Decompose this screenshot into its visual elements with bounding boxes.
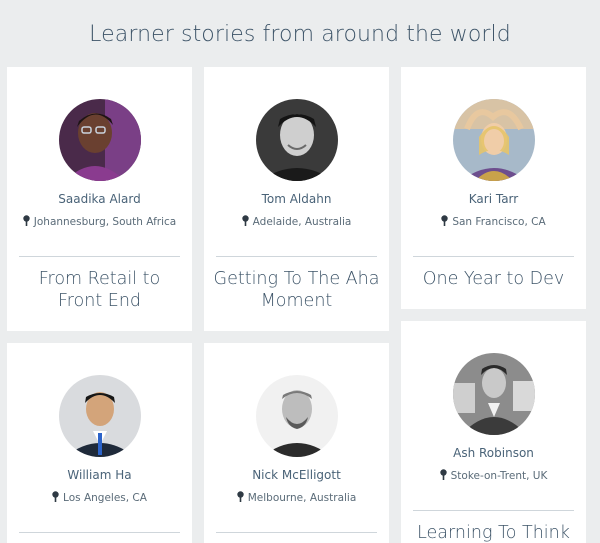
learner-name: Saadika Alard bbox=[58, 192, 141, 206]
avatar bbox=[452, 353, 535, 435]
learner-name: Nick McElligott bbox=[252, 468, 341, 482]
map-pin-icon bbox=[241, 215, 249, 226]
card-divider bbox=[19, 532, 180, 533]
story-card-tom[interactable]: Tom Aldahn Adelaide, Australia Getting T… bbox=[204, 67, 389, 331]
card-divider bbox=[413, 510, 574, 511]
avatar bbox=[452, 99, 535, 181]
story-card-william[interactable]: William Ha Los Angeles, CA bbox=[7, 343, 192, 543]
learner-location: Los Angeles, CA bbox=[7, 491, 192, 504]
learner-location: Stoke-on-Trent, UK bbox=[401, 469, 586, 482]
location-text: Adelaide, Australia bbox=[252, 216, 352, 228]
avatar bbox=[58, 99, 141, 181]
story-card-ash[interactable]: Ash Robinson Stoke-on-Trent, UK Learning… bbox=[401, 321, 586, 543]
learner-name: Tom Aldahn bbox=[261, 192, 332, 206]
avatar bbox=[255, 99, 338, 181]
learner-location: Adelaide, Australia bbox=[204, 215, 389, 228]
location-text: San Francisco, CA bbox=[452, 216, 546, 228]
map-pin-icon bbox=[439, 469, 447, 480]
map-pin-icon bbox=[52, 491, 59, 502]
card-divider bbox=[413, 256, 574, 257]
story-card-nick[interactable]: Nick McElligott Melbourne, Australia bbox=[204, 343, 389, 543]
avatar bbox=[58, 375, 141, 457]
learner-location: Johannesburg, South Africa bbox=[7, 215, 192, 228]
story-title[interactable]: One Year to Dev bbox=[409, 268, 578, 290]
story-title[interactable]: Learning To Think bbox=[409, 522, 578, 543]
location-text: Los Angeles, CA bbox=[63, 492, 147, 504]
story-title[interactable]: From Retail to Front End bbox=[15, 268, 184, 312]
learner-name: Kari Tarr bbox=[468, 192, 519, 206]
card-divider bbox=[216, 532, 377, 533]
map-pin-icon bbox=[23, 215, 30, 226]
location-text: Stoke-on-Trent, UK bbox=[450, 470, 548, 482]
learner-name: William Ha bbox=[67, 468, 132, 482]
learner-name: Ash Robinson bbox=[453, 446, 534, 460]
story-card-saadika[interactable]: Saadika Alard Johannesburg, South Africa… bbox=[7, 67, 192, 331]
learner-location: Melbourne, Australia bbox=[204, 491, 389, 504]
card-divider bbox=[19, 256, 180, 257]
map-pin-icon bbox=[237, 491, 244, 502]
avatar bbox=[255, 375, 338, 457]
location-text: Melbourne, Australia bbox=[247, 492, 357, 504]
story-title[interactable]: Getting To The Aha Moment bbox=[212, 268, 381, 312]
map-pin-icon bbox=[441, 215, 449, 226]
story-card-kari[interactable]: Kari Tarr San Francisco, CA One Year to … bbox=[401, 67, 586, 309]
page-heading: Learner stories from around the world bbox=[89, 22, 511, 47]
card-divider bbox=[216, 256, 377, 257]
location-text: Johannesburg, South Africa bbox=[33, 216, 177, 228]
learner-location: San Francisco, CA bbox=[401, 215, 586, 228]
